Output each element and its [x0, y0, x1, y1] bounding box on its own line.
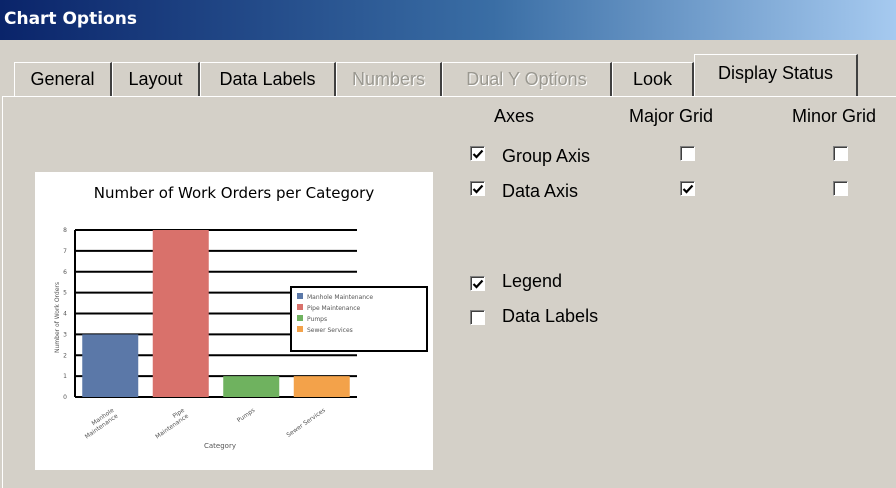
y-tick-label: 2	[63, 352, 67, 359]
tab-numbers[interactable]: Numbers	[336, 62, 442, 96]
bar	[293, 376, 350, 397]
legend-entry: Pipe Maintenance	[307, 305, 361, 312]
bar	[223, 376, 280, 397]
y-tick-label: 5	[63, 290, 67, 297]
tab-dual-y-options[interactable]: Dual Y Options	[442, 62, 612, 96]
bar-chart: Number of Work Orders per Category 0 1 2 3 4 5…	[54, 184, 428, 450]
checkmark-icon	[682, 184, 694, 194]
legend-entry: Pumps	[307, 316, 327, 323]
y-tick-label: 3	[63, 331, 67, 338]
x-tick-label: Sewer Services	[285, 407, 327, 439]
legend-swatch	[297, 304, 303, 310]
legend-entry: Manhole Maintenance	[307, 294, 373, 301]
y-tick-label: 8	[63, 227, 67, 234]
data-labels-label: Data Labels	[502, 306, 599, 326]
chart-preview: Number of Work Orders per Category 0 1 2 3 4 5…	[35, 172, 433, 470]
axes-column-header: Axes	[494, 106, 535, 126]
tab-look[interactable]: Look	[612, 62, 694, 96]
y-tick-label: 4	[63, 311, 67, 318]
legend-checkbox[interactable]	[470, 276, 485, 291]
tab-general[interactable]: General	[14, 62, 112, 96]
data-axis-label: Data Axis	[502, 181, 579, 201]
checkmark-icon	[472, 279, 484, 289]
y-tick-label: 6	[63, 269, 67, 276]
tab-layout[interactable]: Layout	[112, 62, 200, 96]
bar	[152, 230, 209, 397]
y-tick-label: 7	[63, 248, 67, 255]
data-axis-major-grid-checkbox[interactable]	[680, 181, 695, 196]
data-axis-minor-grid-checkbox[interactable]	[833, 181, 848, 196]
y-axis-title: Number of Work Orders	[54, 282, 61, 353]
group-axis-checkbox[interactable]	[470, 146, 485, 161]
legend-label: Legend	[502, 271, 563, 291]
legend-swatch	[297, 293, 303, 299]
tab-display-status[interactable]: Display Status	[694, 54, 858, 96]
data-axis-checkbox[interactable]	[470, 181, 485, 196]
window-title: Chart Options	[4, 9, 137, 29]
checkmark-icon	[472, 184, 484, 194]
x-tick-label: PipeMaintenance	[150, 407, 190, 441]
tab-data-labels[interactable]: Data Labels	[200, 62, 336, 96]
checkmark-icon	[472, 149, 484, 159]
bar	[82, 334, 139, 397]
title-bar: Chart Options	[0, 0, 896, 40]
legend-swatch	[297, 326, 303, 332]
chart-title: Number of Work Orders per Category	[94, 184, 375, 202]
minor-grid-column-header: Minor Grid	[792, 106, 877, 126]
legend-entry: Sewer Services	[307, 327, 353, 334]
group-axis-major-grid-checkbox[interactable]	[680, 146, 695, 161]
data-labels-checkbox[interactable]	[470, 310, 485, 325]
legend-swatch	[297, 315, 303, 321]
x-axis-title: Category	[204, 442, 236, 450]
y-tick-label: 1	[63, 373, 67, 380]
major-grid-column-header: Major Grid	[629, 106, 714, 126]
tab-strip: General Layout Data Labels Numbers Dual …	[0, 52, 896, 98]
group-axis-label: Group Axis	[502, 146, 591, 166]
x-tick-label: ManholeMaintenance	[80, 407, 120, 441]
y-tick-label: 0	[63, 394, 67, 401]
x-tick-label: Pumps	[236, 407, 256, 424]
group-axis-minor-grid-checkbox[interactable]	[833, 146, 848, 161]
